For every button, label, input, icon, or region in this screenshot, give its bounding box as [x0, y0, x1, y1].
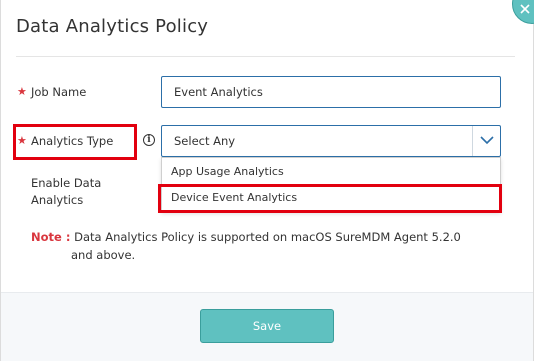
info-icon[interactable]: i	[143, 134, 155, 146]
dropdown-option-app-usage-analytics[interactable]: App Usage Analytics	[162, 159, 500, 185]
analytics-type-select[interactable]: Select Any	[161, 125, 501, 157]
dropdown-toggle[interactable]	[472, 126, 500, 156]
enable-data-analytics-label-line1: Enable Data	[31, 176, 102, 190]
analytics-type-selected-value: Select Any	[174, 134, 236, 148]
dialog-footer: Save	[1, 292, 533, 361]
note-text-line2: and above.	[71, 248, 136, 262]
required-marker: ★	[17, 85, 27, 98]
highlight-device-event-analytics	[158, 184, 502, 213]
save-button[interactable]: Save	[200, 309, 334, 343]
title-divider	[16, 56, 515, 57]
note-text-line1: Data Analytics Policy is supported on ma…	[74, 230, 461, 244]
note-text: Note : Data Analytics Policy is supporte…	[31, 228, 501, 264]
chevron-down-icon	[480, 136, 494, 145]
enable-data-analytics-label-line2: Analytics	[31, 193, 84, 207]
job-name-label: Job Name	[31, 85, 87, 99]
close-icon	[520, 4, 530, 14]
data-analytics-policy-dialog: Data Analytics Policy ★ Job Name Event A…	[0, 0, 534, 361]
note-label: Note :	[31, 230, 71, 244]
highlight-analytics-type-label	[13, 124, 137, 160]
close-button[interactable]	[512, 0, 534, 24]
job-name-input[interactable]: Event Analytics	[161, 76, 501, 108]
dialog-title: Data Analytics Policy	[16, 16, 209, 37]
